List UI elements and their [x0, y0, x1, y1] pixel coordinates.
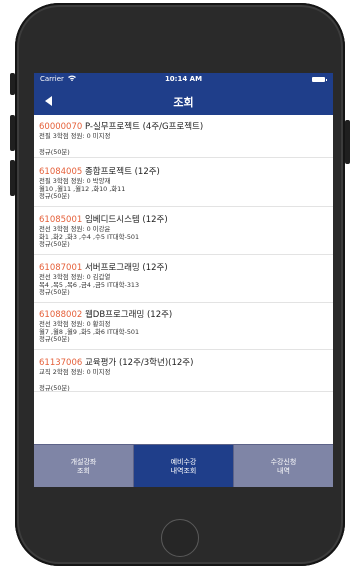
status-bar: Carrier 10:14 AM [34, 73, 333, 87]
volume-up-button [10, 115, 15, 151]
tab-registration-history[interactable]: 수강신청 내역 [234, 445, 333, 487]
course-schedule: 화1 ,화2 ,화3 ,수4 ,수5 IT대학-501 [39, 232, 140, 241]
home-button[interactable] [161, 519, 199, 557]
course-info: 전필 3학점 정원: 0 미지정 [39, 132, 111, 140]
course-code: 61087001 [39, 263, 83, 273]
course-name: 종합프로젝트 (12주) [84, 167, 160, 177]
volume-down-button [10, 160, 15, 196]
course-class-length: 정규(50분) [39, 240, 70, 249]
course-code: 61084005 [39, 167, 83, 177]
list-item[interactable]: 61088002 웹DB프로그래밍 (12주) 전선 3학점 정원: 0 황희정… [34, 303, 333, 350]
nav-bar: 조회 [34, 87, 333, 115]
course-code: 60000070 [39, 122, 83, 132]
list-item[interactable]: 61087001 서버프로그래밍 (12주) 전선 3학점 정원: 0 김갑열 … [34, 255, 333, 303]
battery-icon [312, 77, 327, 82]
tab-pre-registration[interactable]: 예비수강 내역조회 [134, 445, 234, 487]
course-info: 교직 2학점 정원: 0 미지정 [39, 368, 111, 376]
course-class-length: 정규(50분) [39, 383, 70, 392]
list-item[interactable]: 60000070 P-실무프로젝트 (4주/G프로젝트) 전필 3학점 정원: … [34, 115, 333, 158]
course-schedule: 월10 ,월11 ,월12 ,화10 ,화11 [39, 184, 126, 193]
course-name: 교육평가 (12주/3학년)(12주) [84, 358, 194, 368]
course-code: 61085001 [39, 215, 83, 225]
course-name: 임베디드시스템 (12주) [84, 215, 168, 225]
course-code: 61137006 [39, 358, 83, 368]
list-item[interactable]: 61085001 임베디드시스템 (12주) 전선 3학점 정원: 0 이강윤 … [34, 207, 333, 255]
tab-open-courses[interactable]: 개설강좌 조회 [34, 445, 134, 487]
app-screen: Carrier 10:14 AM 조회 60000070 P-실무프로젝트 (4… [34, 73, 333, 487]
course-schedule [39, 377, 333, 385]
course-name: P-실무프로젝트 (4주/G프로젝트) [84, 122, 204, 132]
course-schedule: 월7 ,월8 ,월9 ,화5 ,화6 IT대학-501 [39, 327, 140, 336]
status-time: 10:14 AM [164, 75, 203, 83]
course-name: 서버프로그래밍 (12주) [84, 263, 168, 273]
mute-switch [10, 73, 15, 95]
page-title: 조회 [173, 96, 194, 109]
course-class-length: 정규(50분) [39, 147, 70, 156]
course-class-length: 정규(50분) [39, 192, 70, 201]
bottom-tab-bar: 개설강좌 조회 예비수강 내역조회 수강신청 내역 [34, 444, 333, 487]
course-schedule [39, 141, 333, 149]
course-class-length: 정규(50분) [39, 335, 70, 344]
course-code: 61088002 [39, 310, 83, 320]
course-schedule: 목4 ,목5 ,목6 ,금4 ,금5 IT대학-313 [39, 280, 140, 289]
list-item[interactable]: 61137006 교육평가 (12주/3학년)(12주) 교직 2학점 정원: … [34, 350, 333, 392]
device-frame: Carrier 10:14 AM 조회 60000070 P-실무프로젝트 (4… [0, 0, 359, 570]
power-button [345, 120, 350, 164]
course-class-length: 정규(50분) [39, 288, 70, 297]
course-name: 웹DB프로그래밍 (12주) [84, 310, 173, 320]
course-list: 60000070 P-실무프로젝트 (4주/G프로젝트) 전필 3학점 정원: … [34, 115, 333, 444]
list-item[interactable]: 61084005 종합프로젝트 (12주) 전필 3학점 정원: 0 박양재 월… [34, 158, 333, 207]
